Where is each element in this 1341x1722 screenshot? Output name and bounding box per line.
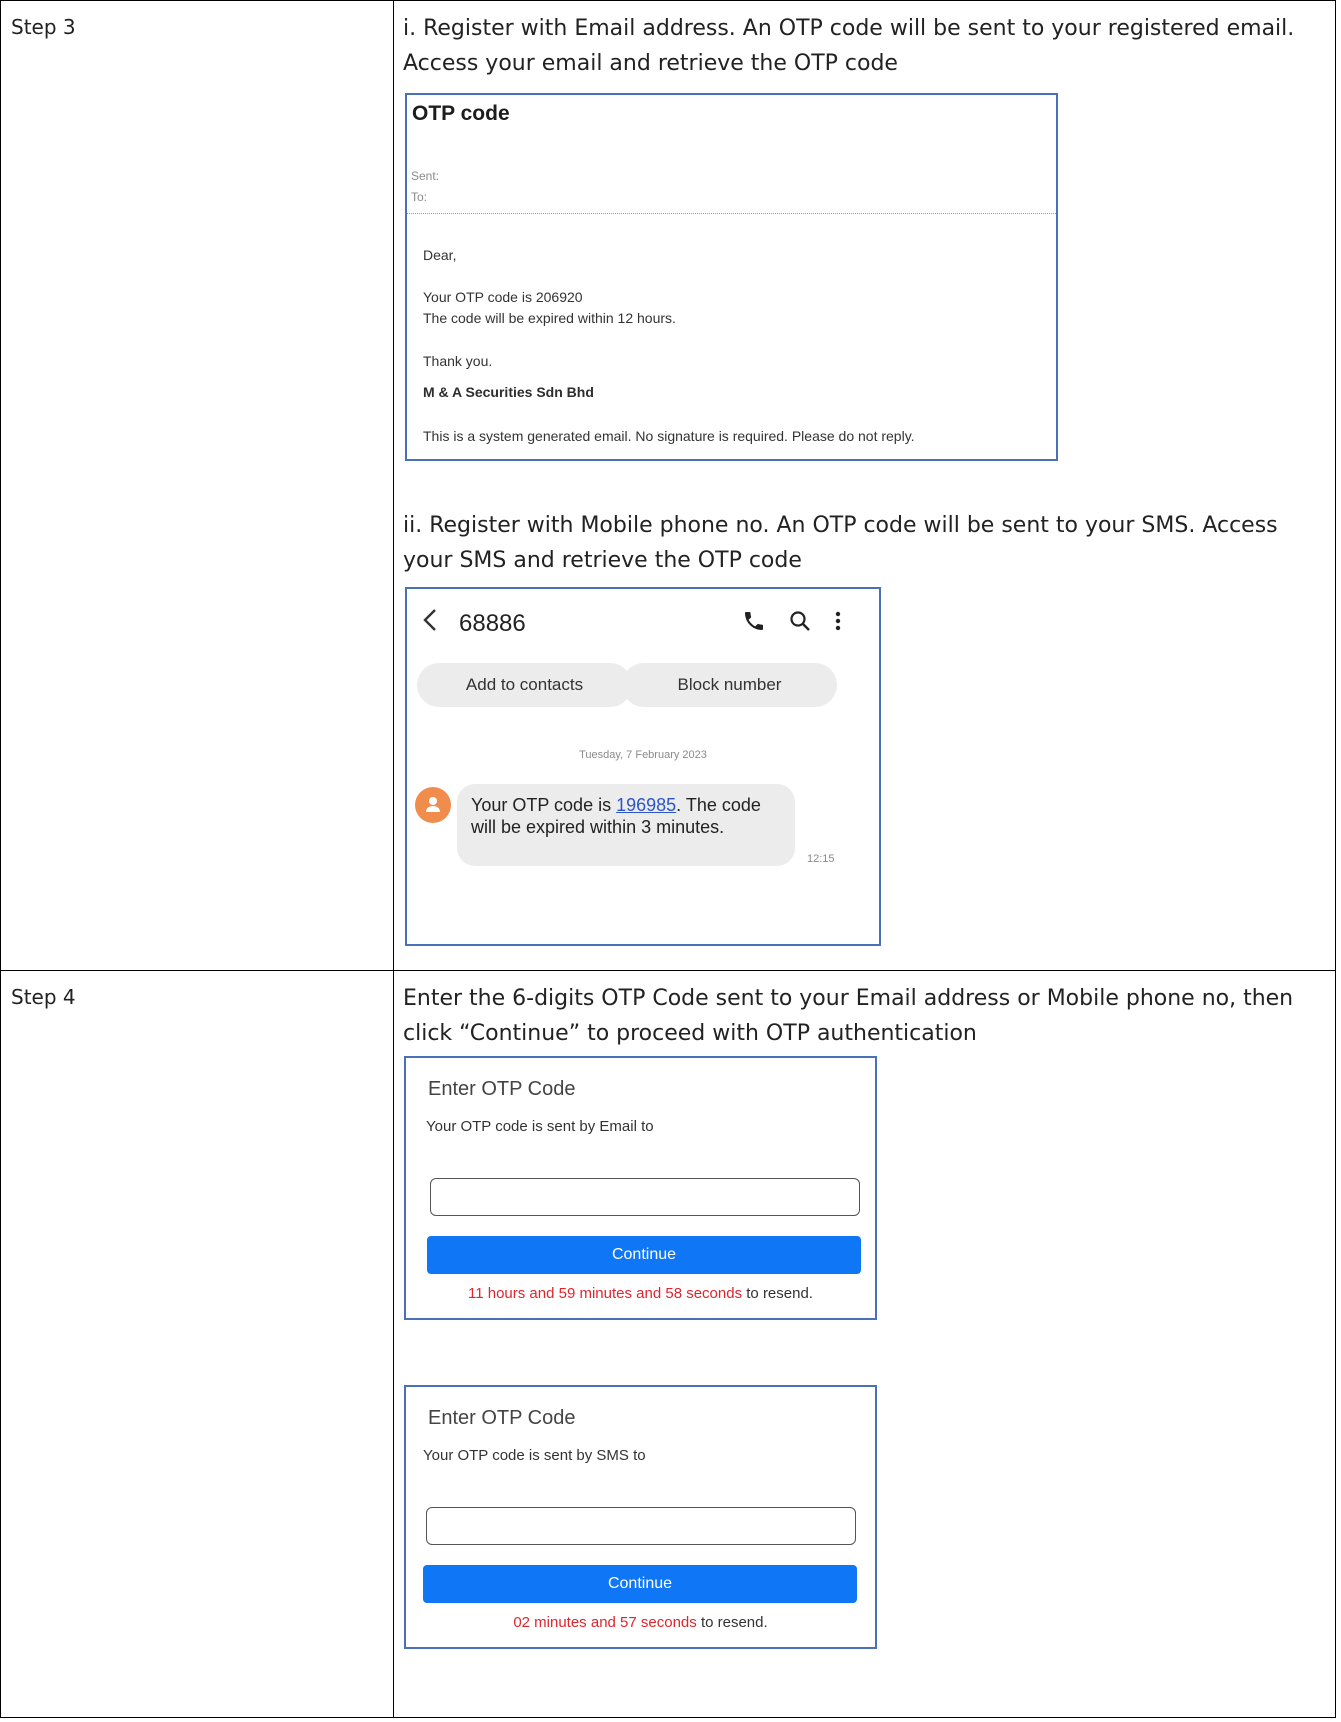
phone-icon[interactable] xyxy=(742,609,766,638)
otp-email-input[interactable] xyxy=(430,1178,860,1216)
sms-screenshot: 68886 Add to contacts Block number Tuesd… xyxy=(405,587,881,946)
otp-sms-subtitle: Your OTP code is sent by SMS to xyxy=(423,1447,646,1464)
sms-date: Tuesday, 7 February 2023 xyxy=(579,749,707,761)
otp-email-continue-button[interactable]: Continue xyxy=(427,1236,861,1274)
document-table: Step 3 i. Register with Email address. A… xyxy=(0,0,1336,1718)
email-header-divider xyxy=(407,213,1056,214)
email-sent-label: Sent: xyxy=(411,169,440,183)
table-border-right xyxy=(1335,0,1336,1718)
email-subject: OTP code xyxy=(412,102,510,125)
block-number-button[interactable]: Block number xyxy=(622,663,837,707)
step4-instruction: Enter the 6-digits OTP Code sent to your… xyxy=(403,986,1294,1046)
otp-sms-resend-text: 02 minutes and 57 seconds to resend. xyxy=(406,1614,875,1631)
sms-sender: 68886 xyxy=(459,610,526,637)
step3-label: Step 3 xyxy=(11,15,76,39)
otp-sms-countdown: 02 minutes and 57 seconds xyxy=(513,1614,697,1631)
email-otp-line: Your OTP code is 206920 xyxy=(423,289,583,305)
table-border-left xyxy=(0,0,1,1718)
otp-email-resend-suffix: to resend. xyxy=(742,1285,813,1302)
table-column-divider xyxy=(393,0,394,1718)
otp-sms-title: Enter OTP Code xyxy=(428,1407,576,1429)
email-thanks: Thank you. xyxy=(423,353,493,369)
sms-time: 12:15 xyxy=(807,853,835,865)
search-icon[interactable] xyxy=(788,609,812,638)
sms-message-bubble: Your OTP code is 196985. The code will b… xyxy=(457,784,795,866)
otp-sms-input[interactable] xyxy=(426,1507,856,1545)
otp-sms-continue-button[interactable]: Continue xyxy=(423,1565,857,1603)
otp-email-subtitle: Your OTP code is sent by Email to xyxy=(426,1118,654,1135)
email-greeting: Dear, xyxy=(423,247,457,263)
otp-sms-panel: Enter OTP Code Your OTP code is sent by … xyxy=(404,1385,877,1649)
step4-label: Step 4 xyxy=(11,985,76,1009)
person-icon xyxy=(415,787,451,823)
email-to-label: To: xyxy=(411,190,428,204)
add-to-contacts-button[interactable]: Add to contacts xyxy=(417,663,632,707)
email-footer: This is a system generated email. No sig… xyxy=(423,428,915,444)
sms-message-prefix: Your OTP code is xyxy=(471,795,617,815)
table-border-top xyxy=(0,0,1336,1)
otp-email-resend-text: 11 hours and 59 minutes and 58 seconds t… xyxy=(406,1285,875,1302)
email-company: M & A Securities Sdn Bhd xyxy=(423,384,594,400)
otp-email-title: Enter OTP Code xyxy=(428,1078,576,1100)
table-row-divider xyxy=(0,970,1336,971)
email-screenshot: OTP code Sent: To: Dear, Your OTP code i… xyxy=(405,93,1058,461)
table-border-bottom xyxy=(0,1717,1336,1718)
more-vertical-icon[interactable] xyxy=(832,609,844,638)
step3-email-instruction: i. Register with Email address. An OTP c… xyxy=(403,16,1295,76)
sms-otp-code-link[interactable]: 196985 xyxy=(616,795,676,815)
step3-sms-instruction: ii. Register with Mobile phone no. An OT… xyxy=(403,513,1278,573)
otp-email-countdown: 11 hours and 59 minutes and 58 seconds xyxy=(468,1285,743,1302)
otp-sms-resend-suffix: to resend. xyxy=(696,1614,768,1631)
back-chevron-icon[interactable] xyxy=(421,607,439,637)
email-expiry-line: The code will be expired within 12 hours… xyxy=(423,310,676,326)
otp-email-panel: Enter OTP Code Your OTP code is sent by … xyxy=(404,1056,877,1320)
